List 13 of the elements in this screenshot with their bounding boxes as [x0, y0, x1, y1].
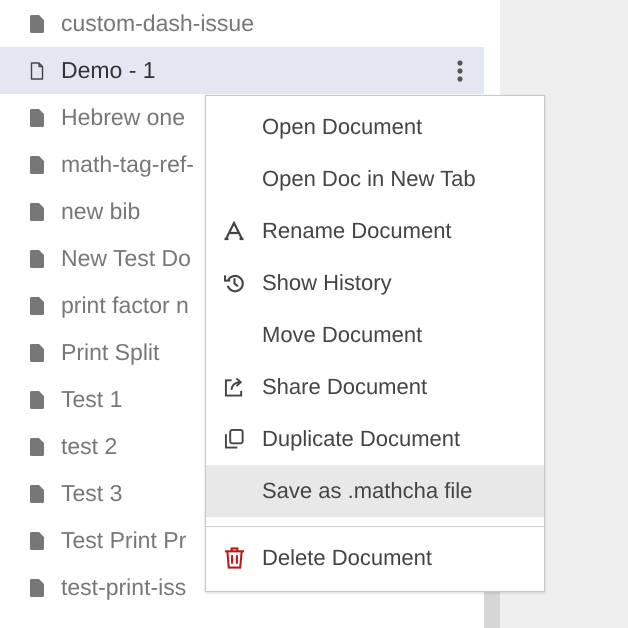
document-name: Demo - 1 [61, 57, 156, 84]
document-name: math-tag-ref- [61, 151, 194, 178]
document-name: print factor n [61, 292, 189, 319]
document-name: test-print-iss [61, 574, 186, 601]
document-name: Hebrew one [61, 104, 186, 131]
document-name: New Test Do [61, 245, 191, 272]
document-name: Test 3 [61, 480, 122, 507]
document-name: Test 1 [61, 386, 122, 413]
document-name: test 2 [61, 433, 118, 460]
document-name: new bib [61, 198, 140, 225]
document-name: Test Print Pr [61, 527, 186, 554]
document-name: custom-dash-issue [61, 10, 254, 37]
document-name: Print Split [61, 339, 160, 366]
